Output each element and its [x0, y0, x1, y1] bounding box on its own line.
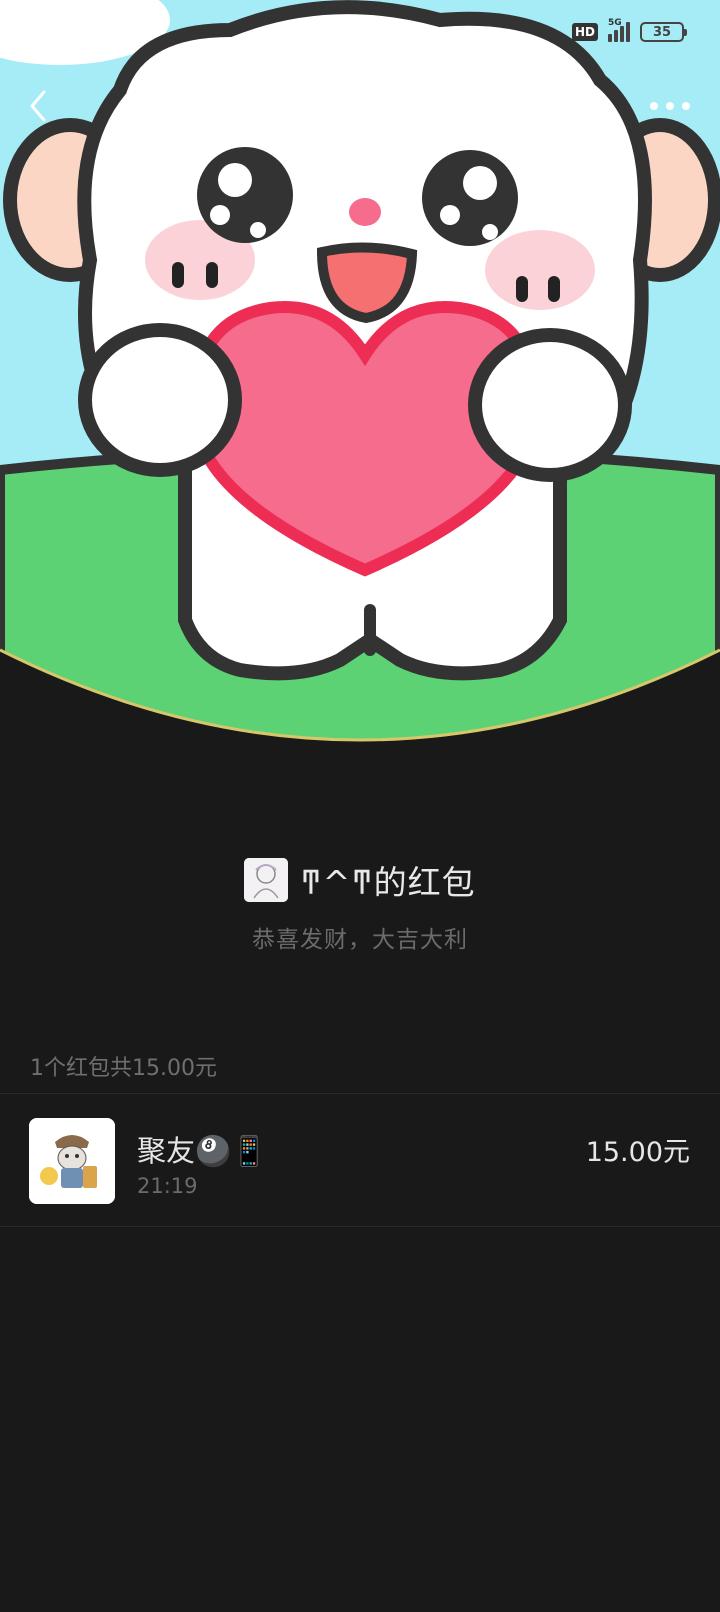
envelope-summary: 1个红包共15.00元: [30, 1056, 217, 1081]
more-dot-icon: [666, 102, 674, 110]
hd-badge: HD: [571, 23, 598, 41]
receiver-time: 21:19: [137, 1174, 198, 1198]
network-type-label: 5G: [608, 18, 622, 28]
receiver-row[interactable]: 聚友🎱📱 21:19 15.00元: [0, 1094, 720, 1226]
sender-title: ͳ^ͳ的红包: [300, 863, 476, 902]
chevron-left-icon: [30, 90, 46, 122]
back-button[interactable]: [18, 86, 58, 126]
more-dot-icon: [682, 102, 690, 110]
receiver-avatar[interactable]: [29, 1118, 115, 1204]
status-bar: HD 5G 35: [571, 18, 687, 46]
receiver-amount: 15.00元: [585, 1137, 690, 1168]
sheep-holding-heart-illustration: [0, 0, 720, 742]
divider: [0, 1226, 720, 1227]
receiver-name: 聚友🎱📱: [137, 1134, 268, 1168]
sender-avatar[interactable]: [244, 858, 289, 902]
cover-illustration: [0, 0, 720, 760]
battery-level: 35: [652, 24, 672, 40]
blessing-text: 恭喜发财，大吉大利: [252, 927, 468, 953]
sender-header: ͳ^ͳ的红包: [0, 856, 720, 904]
battery-icon: 35: [640, 22, 687, 42]
more-dot-icon: [650, 102, 658, 110]
more-button[interactable]: [650, 96, 690, 116]
signal-strength-icon: 5G: [608, 18, 630, 42]
